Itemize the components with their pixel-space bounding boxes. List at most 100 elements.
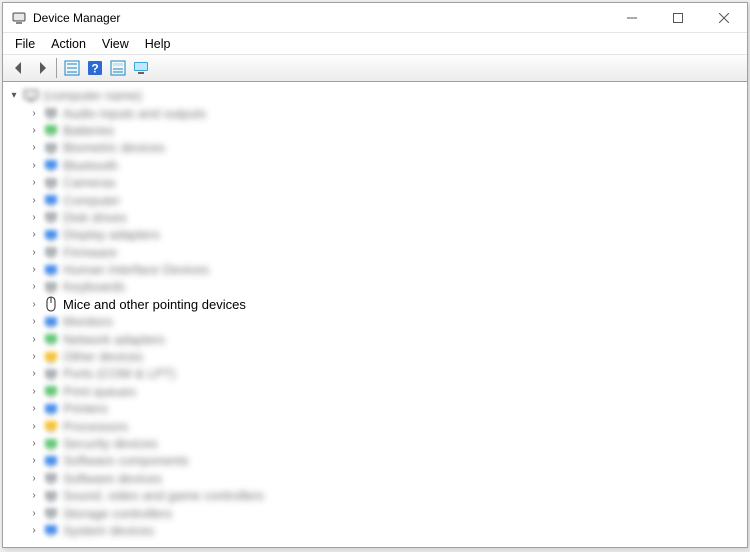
chevron-right-icon: ›	[27, 473, 41, 484]
device-category-icon	[43, 436, 59, 452]
scan-hardware-button[interactable]	[129, 57, 152, 79]
list-icon	[64, 60, 80, 76]
device-category-icon	[43, 157, 59, 173]
chevron-right-icon: ›	[27, 264, 41, 275]
chevron-right-icon: ›	[27, 368, 41, 379]
help-button[interactable]: ?	[83, 57, 106, 79]
tree-item-label: Disk drives	[63, 211, 127, 224]
device-category-icon	[43, 105, 59, 121]
chevron-right-icon: ›	[27, 247, 41, 258]
device-category-icon	[43, 418, 59, 434]
chevron-right-icon: ›	[27, 177, 41, 188]
tree-item-label: Audio inputs and outputs	[63, 107, 206, 120]
tree-item[interactable]: › Batteries	[3, 122, 747, 139]
tree-item[interactable]: › Storage controllers	[3, 504, 747, 521]
chevron-right-icon: ›	[27, 455, 41, 466]
menu-file[interactable]: File	[7, 33, 43, 54]
mouse-icon	[43, 296, 59, 312]
tree-item[interactable]: ›Network adapters	[3, 330, 747, 347]
tree-item-label: Other devices	[63, 350, 143, 363]
tree-item[interactable]: ›Bluetooth	[3, 157, 747, 174]
menu-action[interactable]: Action	[43, 33, 94, 54]
device-category-icon	[43, 349, 59, 365]
show-hidden-button[interactable]	[60, 57, 83, 79]
tree-item-label: Network adapters	[63, 333, 165, 346]
tree-item-label: Monitors	[63, 315, 113, 328]
tree-root-label: (computer name)	[43, 89, 142, 102]
tree-item[interactable]: ›Printers	[3, 400, 747, 417]
menu-help[interactable]: Help	[137, 33, 179, 54]
tree-item[interactable]: › Ports (COM & LPT)	[3, 365, 747, 382]
properties-button[interactable]	[106, 57, 129, 79]
toolbar: ?	[3, 55, 747, 82]
device-category-icon	[43, 383, 59, 399]
tree-item[interactable]: ›Keyboards	[3, 278, 747, 295]
arrow-left-icon	[11, 60, 27, 76]
menubar: File Action View Help	[3, 33, 747, 55]
arrow-right-icon	[34, 60, 50, 76]
tree-item[interactable]: › Audio inputs and outputs	[3, 104, 747, 121]
chevron-right-icon: ›	[27, 229, 41, 240]
tree-item[interactable]: ›Processors	[3, 417, 747, 434]
chevron-right-icon: ›	[27, 386, 41, 397]
tree-item[interactable]: ›Software components	[3, 452, 747, 469]
toolbar-separator	[56, 58, 57, 78]
tree-item-mice[interactable]: ›Mice and other pointing devices	[3, 296, 747, 313]
back-button[interactable]	[7, 57, 30, 79]
tree-item-label: Cameras	[63, 176, 116, 189]
device-category-icon	[43, 262, 59, 278]
forward-button[interactable]	[30, 57, 53, 79]
tree-item[interactable]: ›System devices	[3, 522, 747, 539]
device-category-icon	[43, 140, 59, 156]
device-category-icon	[43, 279, 59, 295]
device-manager-icon	[11, 10, 27, 26]
chevron-down-icon: ▾	[7, 90, 21, 101]
menu-view[interactable]: View	[94, 33, 137, 54]
chevron-right-icon: ›	[27, 195, 41, 206]
device-category-icon	[43, 453, 59, 469]
titlebar: Device Manager	[3, 3, 747, 33]
tree-item[interactable]: ›Monitors	[3, 313, 747, 330]
tree-item-label: Software devices	[63, 472, 162, 485]
device-tree[interactable]: ▾(computer name)›Audio inputs and output…	[3, 83, 747, 547]
tree-item-label: Print queues	[63, 385, 136, 398]
tree-item-label: Processors	[63, 420, 128, 433]
chevron-right-icon: ›	[27, 508, 41, 519]
tree-item[interactable]: › Firmware	[3, 244, 747, 261]
device-category-icon	[43, 331, 59, 347]
tree-item-label: Storage controllers	[63, 507, 172, 520]
device-category-icon	[43, 488, 59, 504]
tree-item[interactable]: › Cameras	[3, 174, 747, 191]
computer-icon	[23, 88, 39, 104]
content: ▾(computer name)›Audio inputs and output…	[3, 82, 747, 547]
tree-item[interactable]: ›Biometric devices	[3, 139, 747, 156]
device-category-icon	[43, 244, 59, 260]
tree-item-label: Ports (COM & LPT)	[63, 367, 176, 380]
tree-item[interactable]: ›Computer	[3, 191, 747, 208]
close-button[interactable]	[701, 3, 747, 32]
tree-item[interactable]: › Print queues	[3, 383, 747, 400]
minimize-button[interactable]	[609, 3, 655, 32]
chevron-right-icon: ›	[27, 125, 41, 136]
chevron-right-icon: ›	[27, 212, 41, 223]
tree-item[interactable]: ›Sound, video and game controllers	[3, 487, 747, 504]
svg-text:?: ?	[91, 62, 98, 76]
device-category-icon	[43, 175, 59, 191]
chevron-right-icon: ›	[27, 281, 41, 292]
tree-item-label: Batteries	[63, 124, 114, 137]
tree-item[interactable]: › Other devices	[3, 348, 747, 365]
tree-item[interactable]: ›Display adapters	[3, 226, 747, 243]
maximize-button[interactable]	[655, 3, 701, 32]
tree-item[interactable]: ›Security devices	[3, 435, 747, 452]
device-manager-window: Device Manager File Action View Help	[2, 2, 748, 548]
chevron-right-icon: ›	[27, 108, 41, 119]
tree-item-label: Sound, video and game controllers	[63, 489, 264, 502]
tree-item[interactable]: ›Human Interface Devices	[3, 261, 747, 278]
tree-item[interactable]: › Software devices	[3, 470, 747, 487]
device-category-icon	[43, 122, 59, 138]
tree-item-label: System devices	[63, 524, 154, 537]
chevron-right-icon: ›	[27, 351, 41, 362]
tree-item[interactable]: › Disk drives	[3, 209, 747, 226]
tree-item-label: Firmware	[63, 246, 117, 259]
tree-root[interactable]: ▾ (computer name)	[3, 87, 747, 104]
